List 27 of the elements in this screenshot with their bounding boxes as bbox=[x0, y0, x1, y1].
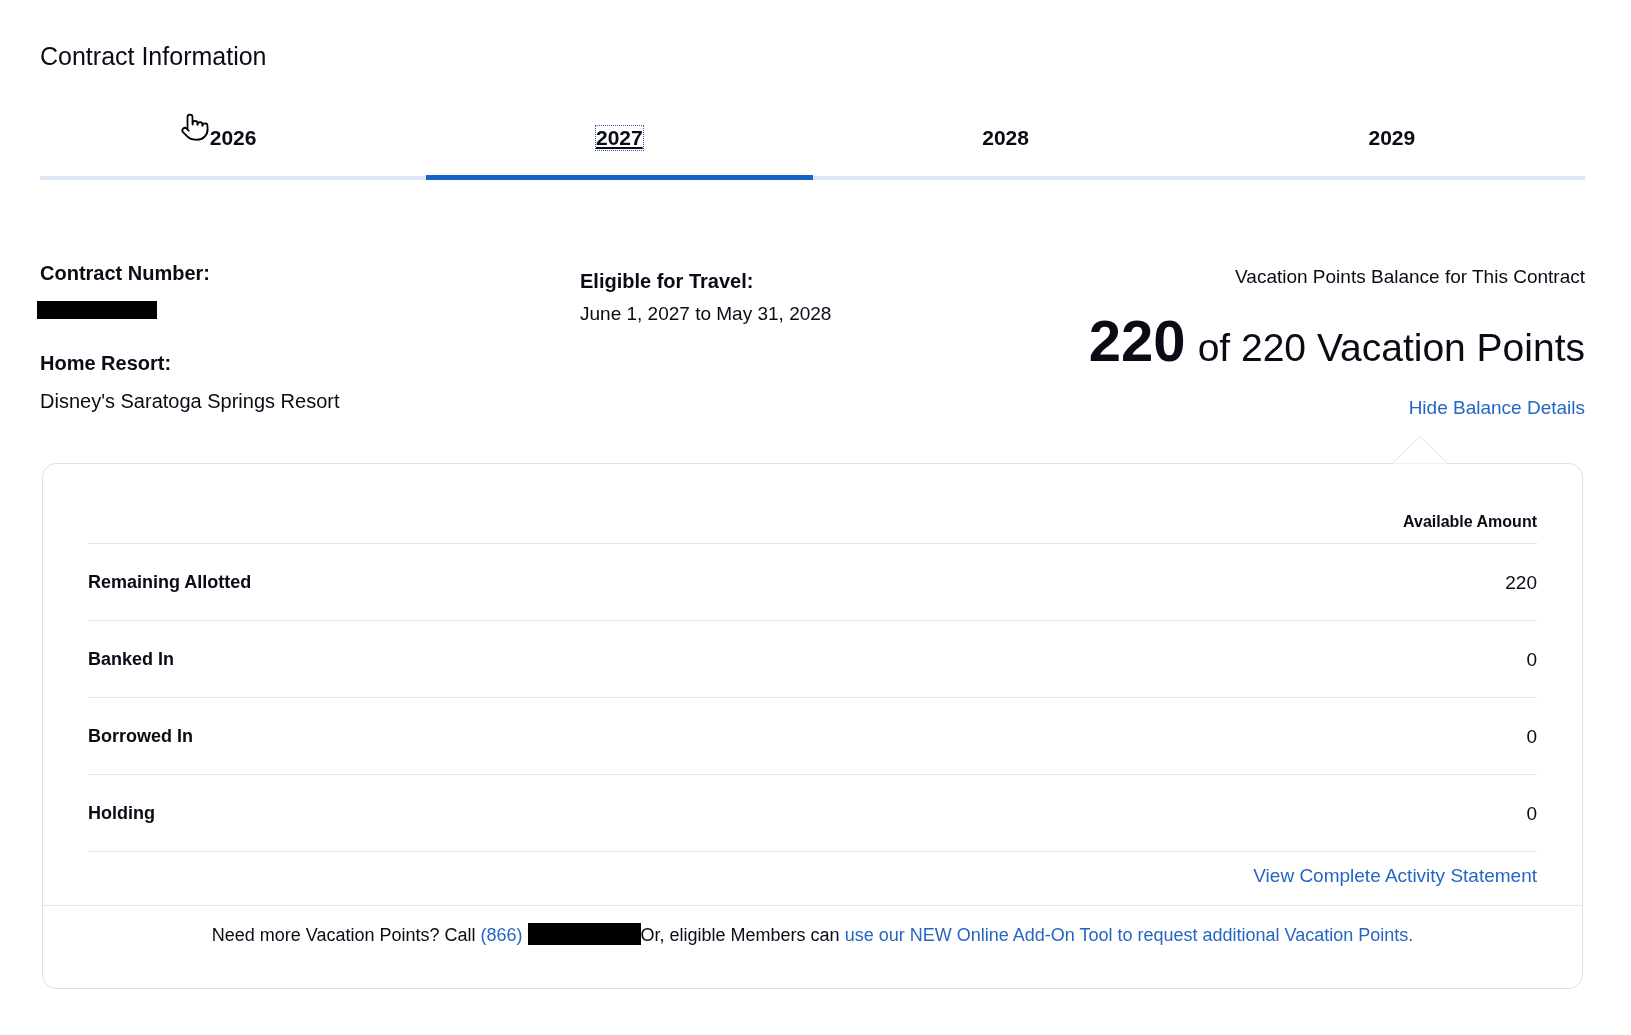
available-points: 220 bbox=[1088, 309, 1186, 373]
activity-statement-link[interactable]: View Complete Activity Statement bbox=[1253, 864, 1537, 887]
phone-link[interactable]: (866) bbox=[480, 925, 523, 945]
row-label: Banked In bbox=[88, 648, 175, 670]
balance-heading: Vacation Points Balance for This Contract bbox=[1235, 265, 1585, 288]
column-header: Available Amount bbox=[1403, 512, 1537, 532]
contract-number-label: Contract Number: bbox=[40, 261, 210, 285]
row-amount: 0 bbox=[1526, 724, 1537, 748]
year-tab[interactable]: 2027 bbox=[426, 116, 813, 180]
year-tab[interactable]: 2028 bbox=[812, 116, 1199, 180]
eligible-travel-label: Eligible for Travel: bbox=[580, 269, 754, 293]
total-points-text: of 220 Vacation Points bbox=[1197, 326, 1585, 370]
footer-text: Need more Vacation Points? Call (866) Or, eligible Members can use our NEW Online Add-On Tool to request additional Vacation Points. bbox=[211, 923, 1414, 946]
row-label: Holding bbox=[88, 802, 155, 824]
page-title: Contract Information bbox=[40, 41, 267, 71]
home-resort-label: Home Resort: bbox=[40, 351, 172, 375]
add-on-tool-link[interactable]: use our NEW Online Add-On Tool to request additional Vacation Points. bbox=[844, 925, 1414, 945]
row-label: Borrowed In bbox=[88, 725, 193, 747]
year-tab[interactable]: 2029 bbox=[1198, 116, 1585, 180]
row-label: Remaining Allotted bbox=[88, 571, 252, 593]
home-resort-value: Disney's Saratoga Springs Resort bbox=[40, 389, 340, 413]
row-amount: 220 bbox=[1505, 570, 1537, 594]
hand-pointer-icon bbox=[180, 112, 210, 142]
hide-balance-link[interactable]: Hide Balance Details bbox=[1408, 396, 1585, 419]
row-amount: 0 bbox=[1526, 801, 1537, 825]
row-amount: 0 bbox=[1526, 647, 1537, 671]
eligible-travel-dates: June 1, 2027 to May 31, 2028 bbox=[580, 302, 832, 325]
